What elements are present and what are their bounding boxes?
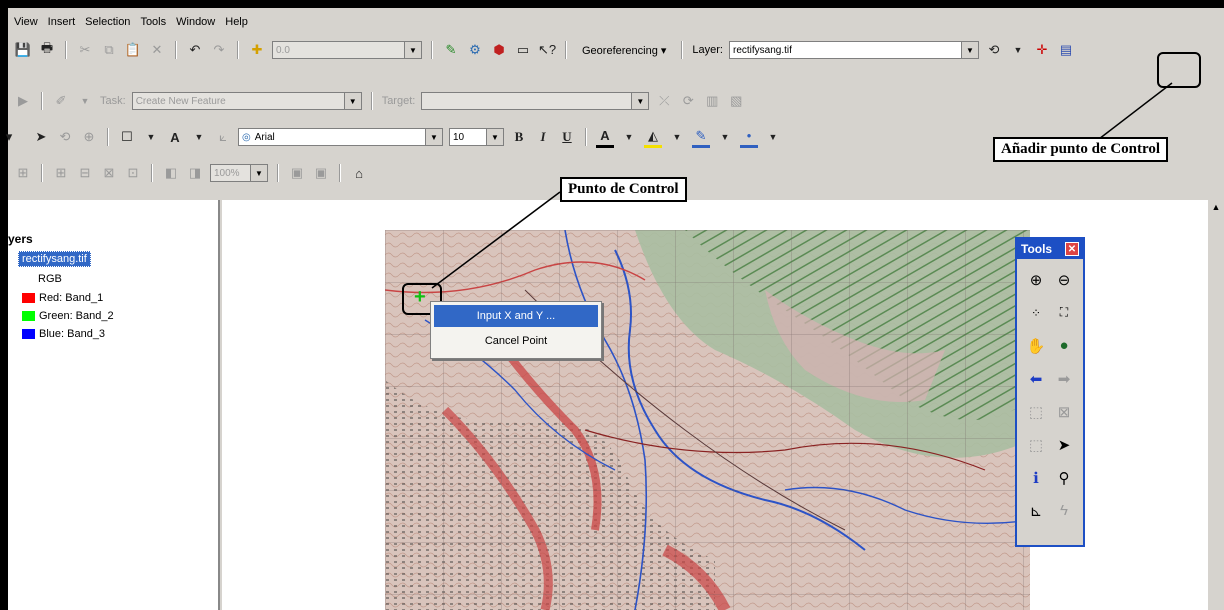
callout-control-point: Punto de Control <box>560 177 687 202</box>
callout-lines <box>431 82 1173 289</box>
add-control-point-highlight <box>1157 52 1201 88</box>
callout-add-control-point: Añadir punto de Control <box>993 137 1169 162</box>
arcmap-window: View Insert Selection Tools Window Help … <box>0 0 1224 610</box>
